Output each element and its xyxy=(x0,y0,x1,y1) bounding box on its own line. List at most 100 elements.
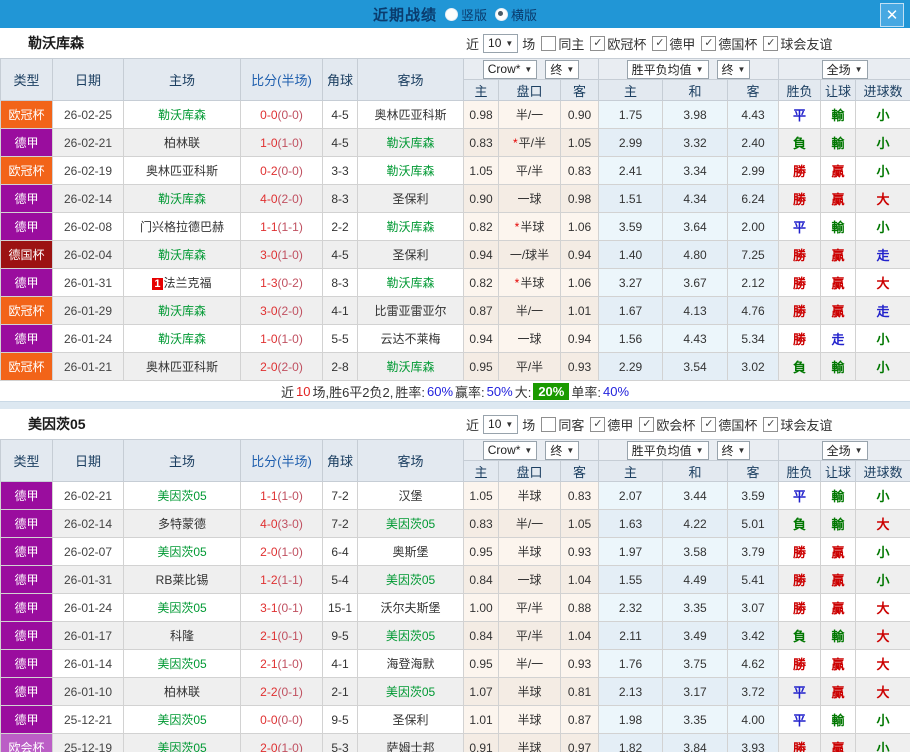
mean-type-select[interactable]: 胜平负均值 ▼ xyxy=(627,60,709,79)
mean-home: 1.67 xyxy=(599,297,663,325)
result-wdl: 勝 xyxy=(779,734,821,752)
away-odds: 0.98 xyxy=(561,185,599,213)
win-rate-value: 60% xyxy=(427,384,453,399)
home-odds: 1.00 xyxy=(464,594,499,622)
result-handicap: 贏 xyxy=(821,594,856,622)
score-cell: 4-0(3-0) xyxy=(241,510,323,538)
league-label: 欧冠杯 xyxy=(607,34,646,53)
big-rate-badge: 20% xyxy=(533,383,569,400)
checkbox-checked-icon: ✓ xyxy=(590,36,605,51)
same-venue-checkbox[interactable]: 同主 xyxy=(541,34,584,53)
col-mean-away: 客 xyxy=(728,80,779,101)
mean-home: 1.51 xyxy=(599,185,663,213)
league-checkbox-2[interactable]: ✓ 欧会杯 xyxy=(639,415,695,434)
handicap-line: 平/半 xyxy=(499,594,561,622)
result-handicap: 贏 xyxy=(821,241,856,269)
match-row: 德甲26-01-24美因茨053-1(0-1)15-1沃尔夫斯堡1.00平/半0… xyxy=(1,594,910,622)
scope-select[interactable]: 全场 ▼ xyxy=(822,60,868,79)
red-card-icon: 1 xyxy=(152,278,162,290)
mean-away: 2.12 xyxy=(728,269,779,297)
match-row: 欧冠杯26-02-19奥林匹亚科斯0-2(0-0)3-3勒沃库森1.05平/半0… xyxy=(1,157,910,185)
match-count-select[interactable]: 10 ▼ xyxy=(483,415,518,434)
result-wdl: 平 xyxy=(779,213,821,241)
result-handicap: 贏 xyxy=(821,185,856,213)
score-cell: 1-0(1-0) xyxy=(241,129,323,157)
competition-badge: 德甲 xyxy=(1,538,53,566)
col-mean-home: 主 xyxy=(599,461,663,482)
col-odds-home: 主 xyxy=(464,461,499,482)
result-wdl: 平 xyxy=(779,706,821,734)
away-team: 勒沃库森 xyxy=(358,157,464,185)
games-label: 场 xyxy=(522,415,535,434)
result-wdl: 勝 xyxy=(779,650,821,678)
handicap-line: *半球 xyxy=(499,269,561,297)
odds-company-select[interactable]: Crow* ▼ xyxy=(483,60,538,79)
close-button[interactable]: ✕ xyxy=(880,3,904,27)
home-team: 美因茨05 xyxy=(124,594,241,622)
col-score: 比分(半场) xyxy=(241,440,323,482)
mean-away: 5.41 xyxy=(728,566,779,594)
corner-count: 8-3 xyxy=(323,269,358,297)
mean-period-select[interactable]: 终 ▼ xyxy=(717,60,751,79)
mean-draw: 3.49 xyxy=(663,622,728,650)
odds-company-select[interactable]: Crow* ▼ xyxy=(483,441,538,460)
odds-period-select[interactable]: 终 ▼ xyxy=(545,441,579,460)
corner-count: 4-5 xyxy=(323,241,358,269)
result-goals: 小 xyxy=(856,157,910,185)
col-away: 客场 xyxy=(358,440,464,482)
mean-draw: 3.32 xyxy=(663,129,728,157)
competition-badge: 德甲 xyxy=(1,213,53,241)
result-handicap: 輸 xyxy=(821,353,856,381)
same-venue-checkbox[interactable]: 同客 xyxy=(541,415,584,434)
col-goals: 进球数 xyxy=(856,80,910,101)
mean-away: 5.34 xyxy=(728,325,779,353)
vertical-layout-radio[interactable]: 竖版 xyxy=(445,5,487,24)
mean-away: 3.59 xyxy=(728,482,779,510)
col-mean-draw: 和 xyxy=(663,80,728,101)
league-checkbox-4[interactable]: ✓ 球会友谊 xyxy=(763,34,832,53)
score-cell: 2-1(1-0) xyxy=(241,650,323,678)
result-wdl: 負 xyxy=(779,129,821,157)
score-cell: 3-0(2-0) xyxy=(241,297,323,325)
col-corner: 角球 xyxy=(323,440,358,482)
odds-period-select[interactable]: 终 ▼ xyxy=(545,60,579,79)
corner-count: 4-1 xyxy=(323,297,358,325)
match-date: 26-02-21 xyxy=(53,482,124,510)
score-cell: 1-3(0-2) xyxy=(241,269,323,297)
league-checkbox-2[interactable]: ✓ 德甲 xyxy=(652,34,695,53)
corner-count: 2-2 xyxy=(323,213,358,241)
col-result: 胜负 xyxy=(779,461,821,482)
league-label: 球会友谊 xyxy=(780,34,832,53)
mean-draw: 4.49 xyxy=(663,566,728,594)
match-count-select[interactable]: 10 ▼ xyxy=(483,34,518,53)
section-team-1: 勒沃库森 近 10 ▼ 场 同主 ✓ 欧冠杯 ✓ 德甲 xyxy=(0,28,910,401)
result-wdl: 勝 xyxy=(779,241,821,269)
corner-count: 5-5 xyxy=(323,325,358,353)
league-checkbox-3[interactable]: ✓ 德国杯 xyxy=(701,415,757,434)
mean-period-select[interactable]: 终 ▼ xyxy=(717,441,751,460)
league-checkbox-3[interactable]: ✓ 德国杯 xyxy=(701,34,757,53)
match-row: 欧冠杯26-02-25勒沃库森0-0(0-0)4-5奥林匹亚科斯0.98半/一0… xyxy=(1,101,910,129)
match-row: 德甲26-01-24勒沃库森1-0(1-0)5-5云达不莱梅0.94一球0.94… xyxy=(1,325,910,353)
scope-select[interactable]: 全场 ▼ xyxy=(822,441,868,460)
league-checkbox-4[interactable]: ✓ 球会友谊 xyxy=(763,415,832,434)
match-row: 德甲26-02-14多特蒙德4-0(3-0)7-2美因茨050.83半/一1.0… xyxy=(1,510,910,538)
match-date: 26-02-14 xyxy=(53,185,124,213)
handicap-line: 一球 xyxy=(499,325,561,353)
league-checkbox-1[interactable]: ✓ 德甲 xyxy=(590,415,633,434)
mean-away: 3.02 xyxy=(728,353,779,381)
scope-value: 全场 xyxy=(827,61,851,78)
changed-line-star-icon: * xyxy=(515,276,520,290)
odds-controls: Crow* ▼ 终 ▼ xyxy=(464,440,599,461)
mean-type-select[interactable]: 胜平负均值 ▼ xyxy=(627,441,709,460)
mean-draw: 4.22 xyxy=(663,510,728,538)
corner-count: 6-4 xyxy=(323,538,358,566)
match-date: 26-01-14 xyxy=(53,650,124,678)
league-checkbox-1[interactable]: ✓ 欧冠杯 xyxy=(590,34,646,53)
horizontal-layout-radio[interactable]: 横版 xyxy=(495,5,537,24)
league-label: 德甲 xyxy=(669,34,695,53)
away-team: 云达不莱梅 xyxy=(358,325,464,353)
mean-draw: 3.35 xyxy=(663,706,728,734)
mean-away: 5.01 xyxy=(728,510,779,538)
away-odds: 1.04 xyxy=(561,622,599,650)
